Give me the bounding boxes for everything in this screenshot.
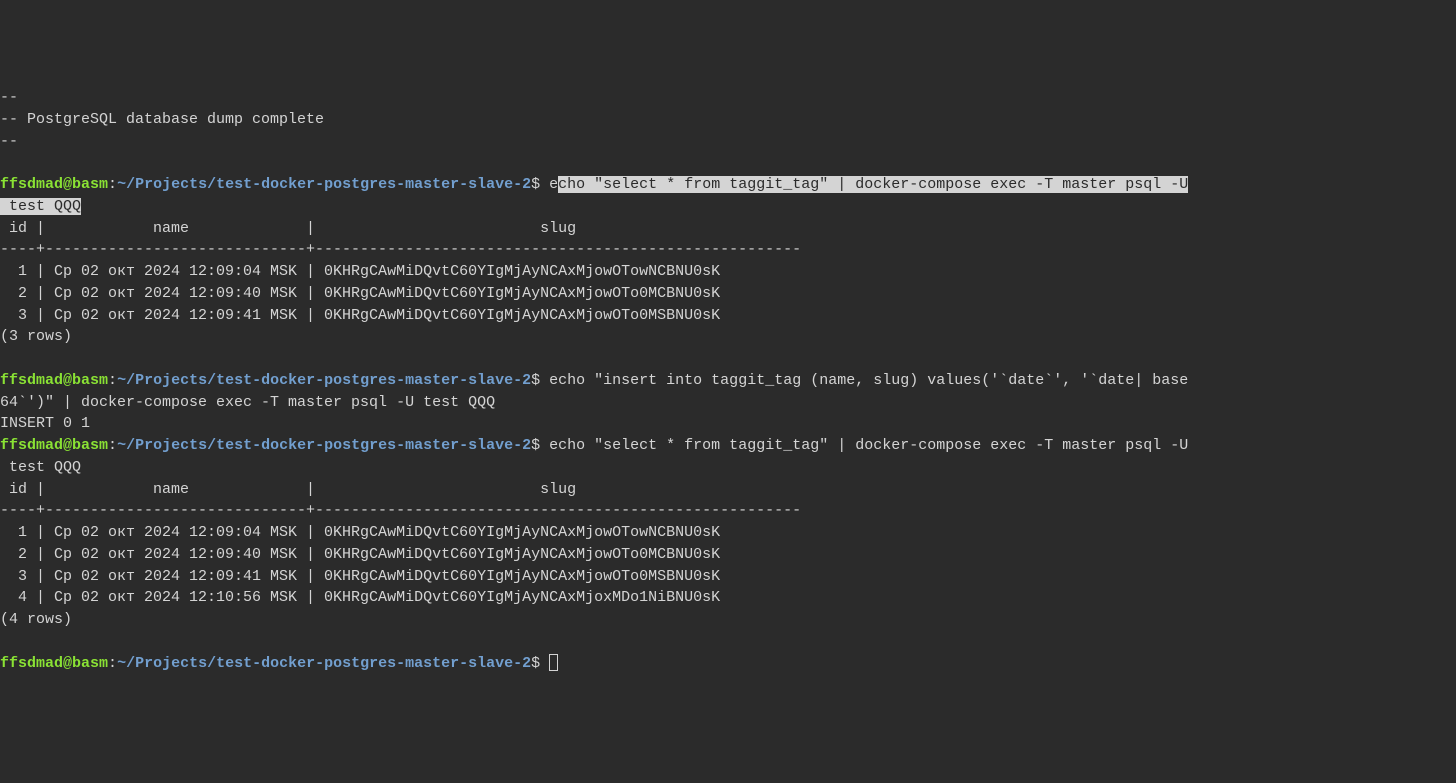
output-line: -- PostgreSQL database dump complete <box>0 111 324 128</box>
command-input-area[interactable] <box>540 655 549 672</box>
command-text: 64`')" | docker-compose exec -T master p… <box>0 394 495 411</box>
table-separator: ----+-----------------------------+-----… <box>0 502 801 519</box>
cursor-icon <box>549 654 558 671</box>
table-footer: (3 rows) <box>0 328 72 345</box>
prompt-at: @ <box>63 176 72 193</box>
prompt-colon: : <box>108 437 117 454</box>
prompt-colon: : <box>108 372 117 389</box>
table-row: 1 | Ср 02 окт 2024 12:09:04 MSK | 0KHRgC… <box>0 263 720 280</box>
prompt-dollar: $ <box>531 176 540 193</box>
prompt-dollar: $ <box>531 655 540 672</box>
prompt-path: ~/Projects/test-docker-postgres-master-s… <box>117 655 531 672</box>
prompt-host: basm <box>72 372 108 389</box>
prompt-user: ffsdmad <box>0 176 63 193</box>
table-header: id | name | slug <box>0 481 576 498</box>
table-row: 3 | Ср 02 окт 2024 12:09:41 MSK | 0KHRgC… <box>0 568 720 585</box>
output-line: -- <box>0 133 18 150</box>
prompt-path: ~/Projects/test-docker-postgres-master-s… <box>117 176 531 193</box>
command-text-selected: cho "select * from taggit_tag" | docker-… <box>558 176 1188 193</box>
table-separator: ----+-----------------------------+-----… <box>0 241 801 258</box>
table-footer: (4 rows) <box>0 611 72 628</box>
prompt-path: ~/Projects/test-docker-postgres-master-s… <box>117 437 531 454</box>
prompt-colon: : <box>108 176 117 193</box>
prompt-at: @ <box>63 437 72 454</box>
command-text: echo "select * from taggit_tag" | docker… <box>540 437 1188 454</box>
table-row: 2 | Ср 02 окт 2024 12:09:40 MSK | 0KHRgC… <box>0 285 720 302</box>
command-text: echo "insert into taggit_tag (name, slug… <box>540 372 1188 389</box>
output-line: INSERT 0 1 <box>0 415 90 432</box>
prompt-user: ffsdmad <box>0 437 63 454</box>
command-text: e <box>540 176 558 193</box>
prompt-host: basm <box>72 176 108 193</box>
table-row: 2 | Ср 02 окт 2024 12:09:40 MSK | 0KHRgC… <box>0 546 720 563</box>
prompt-at: @ <box>63 372 72 389</box>
table-row: 4 | Ср 02 окт 2024 12:10:56 MSK | 0KHRgC… <box>0 589 720 606</box>
prompt-user: ffsdmad <box>0 655 63 672</box>
command-text: test QQQ <box>0 459 81 476</box>
output-line: -- <box>0 89 18 106</box>
table-header: id | name | slug <box>0 220 576 237</box>
prompt-path: ~/Projects/test-docker-postgres-master-s… <box>117 372 531 389</box>
prompt-at: @ <box>63 655 72 672</box>
prompt-host: basm <box>72 655 108 672</box>
prompt-user: ffsdmad <box>0 372 63 389</box>
prompt-dollar: $ <box>531 372 540 389</box>
prompt-host: basm <box>72 437 108 454</box>
prompt-dollar: $ <box>531 437 540 454</box>
table-row: 3 | Ср 02 окт 2024 12:09:41 MSK | 0KHRgC… <box>0 307 720 324</box>
prompt-colon: : <box>108 655 117 672</box>
terminal-window[interactable]: -- -- PostgreSQL database dump complete … <box>0 87 1456 674</box>
command-text-selected: test QQQ <box>0 198 81 215</box>
table-row: 1 | Ср 02 окт 2024 12:09:04 MSK | 0KHRgC… <box>0 524 720 541</box>
